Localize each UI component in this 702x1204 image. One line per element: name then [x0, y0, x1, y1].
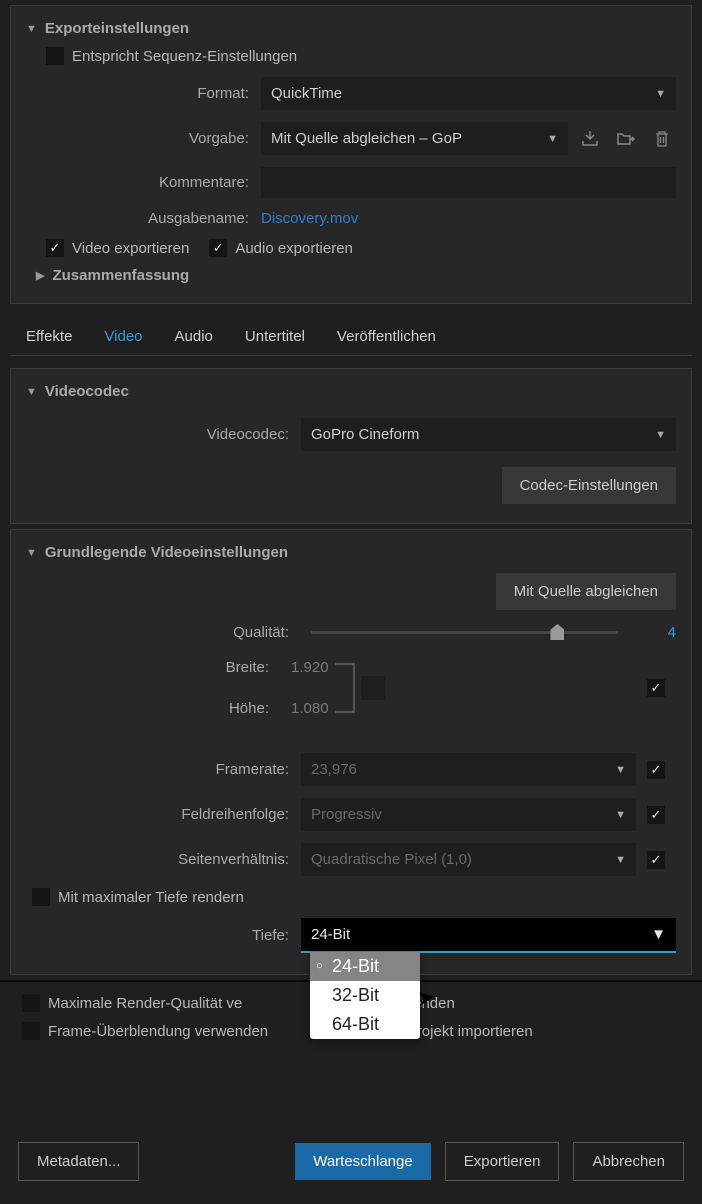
preset-label: Vorgabe: [26, 130, 261, 147]
field-order-label: Feldreihenfolge: [26, 806, 301, 823]
export-audio-row[interactable]: Audio exportieren [209, 239, 353, 257]
chevron-down-icon: ▼ [547, 133, 558, 145]
max-depth-label: Mit maximaler Tiefe rendern [58, 889, 244, 906]
videocodec-header[interactable]: ▼ Videocodec [26, 379, 676, 404]
field-order-select[interactable]: Progressiv ▼ [301, 798, 636, 831]
frame-blend-row[interactable]: Frame-Überblendung verwenden [22, 1022, 268, 1040]
frame-blend-checkbox[interactable] [22, 1022, 40, 1040]
max-render-checkbox[interactable] [22, 994, 40, 1012]
aspect-select[interactable]: Quadratische Pixel (1,0) ▼ [301, 843, 636, 876]
height-value[interactable]: 1.080 [281, 694, 339, 723]
tabs-bar: Effekte Video Audio Untertitel Veröffent… [10, 312, 692, 356]
summary-header[interactable]: ▶ Zusammenfassung [26, 263, 676, 288]
export-audio-checkbox[interactable] [209, 239, 227, 257]
aspect-label: Seitenverhältnis: [26, 851, 301, 868]
basic-video-header[interactable]: ▼ Grundlegende Videoeinstellungen [26, 540, 676, 565]
export-settings-header[interactable]: ▼ Exporteinstellungen [26, 16, 676, 41]
disclosure-triangle-icon: ▶ [36, 269, 44, 282]
output-name-label: Ausgabename: [26, 210, 261, 227]
export-button[interactable]: Exportieren [445, 1142, 560, 1181]
chevron-down-icon: ▼ [615, 764, 626, 776]
disclosure-triangle-icon: ▼ [26, 547, 37, 559]
width-label: Breite: [26, 659, 281, 676]
comments-label: Kommentare: [26, 174, 261, 191]
slider-thumb-icon[interactable] [550, 624, 564, 640]
depth-dropdown-menu: 24-Bit 32-Bit 64-Bit [310, 952, 420, 1039]
preset-select[interactable]: Mit Quelle abgleichen – GoP ▼ [261, 122, 568, 155]
chevron-down-icon: ▼ [655, 429, 666, 441]
tab-audio[interactable]: Audio [159, 318, 229, 355]
max-depth-checkbox[interactable] [32, 888, 50, 906]
match-source-button[interactable]: Mit Quelle abgleichen [496, 573, 676, 610]
chevron-down-icon: ▼ [655, 88, 666, 100]
framerate-label: Framerate: [26, 761, 301, 778]
frame-blend-label: Frame-Überblendung verwenden [48, 1023, 268, 1040]
chevron-down-icon: ▼ [651, 926, 666, 943]
delete-preset-icon[interactable] [648, 128, 676, 150]
tab-video[interactable]: Video [88, 318, 158, 355]
output-name-link[interactable]: Discovery.mov [261, 210, 358, 227]
match-aspect-checkbox[interactable] [647, 851, 665, 869]
link-bracket-icon [335, 663, 355, 713]
queue-button[interactable]: Warteschlange [295, 1143, 431, 1180]
match-sequence-row[interactable]: Entspricht Sequenz-Einstellungen [26, 41, 676, 71]
depth-option-32[interactable]: 32-Bit [310, 981, 420, 1010]
width-value[interactable]: 1.920 [281, 653, 339, 682]
videocodec-title: Videocodec [45, 383, 129, 400]
format-select[interactable]: QuickTime ▼ [261, 77, 676, 110]
max-depth-row[interactable]: Mit maximaler Tiefe rendern [26, 882, 676, 912]
export-settings-title: Exporteinstellungen [45, 20, 189, 37]
quality-slider[interactable] [311, 631, 618, 634]
chevron-down-icon: ▼ [615, 809, 626, 821]
depth-select[interactable]: 24-Bit ▼ [301, 918, 676, 953]
disclosure-triangle-icon: ▼ [26, 23, 37, 35]
tab-publish[interactable]: Veröffentlichen [321, 318, 452, 355]
metadata-button[interactable]: Metadaten... [18, 1142, 139, 1181]
framerate-select[interactable]: 23,976 ▼ [301, 753, 636, 786]
depth-label: Tiefe: [26, 927, 301, 944]
match-field-order-checkbox[interactable] [647, 806, 665, 824]
max-render-label: Maximale Render-Qualität ve [48, 995, 242, 1012]
cancel-button[interactable]: Abbrechen [573, 1142, 684, 1181]
videocodec-label: Videocodec: [26, 426, 301, 443]
match-framerate-checkbox[interactable] [647, 761, 665, 779]
codec-settings-button[interactable]: Codec-Einstellungen [502, 467, 676, 504]
match-sequence-label: Entspricht Sequenz-Einstellungen [72, 48, 297, 65]
depth-option-64[interactable]: 64-Bit [310, 1010, 420, 1039]
depth-option-24[interactable]: 24-Bit [310, 952, 420, 981]
max-render-row[interactable]: Maximale Render-Qualität ve [22, 994, 242, 1012]
export-video-row[interactable]: Video exportieren [46, 239, 189, 257]
tab-effects[interactable]: Effekte [10, 318, 88, 355]
summary-title: Zusammenfassung [52, 267, 189, 284]
quality-value[interactable]: 4 [636, 624, 676, 641]
format-label: Format: [26, 85, 261, 102]
export-video-label: Video exportieren [72, 240, 189, 257]
export-video-checkbox[interactable] [46, 239, 64, 257]
link-dimensions-toggle[interactable] [361, 676, 385, 700]
comments-input[interactable] [261, 167, 676, 198]
export-audio-label: Audio exportieren [235, 240, 353, 257]
height-label: Höhe: [26, 700, 281, 717]
save-preset-icon[interactable] [576, 128, 604, 150]
tab-subtitles[interactable]: Untertitel [229, 318, 321, 355]
match-dimensions-checkbox[interactable] [647, 679, 665, 697]
quality-label: Qualität: [26, 624, 301, 641]
basic-video-title: Grundlegende Videoeinstellungen [45, 544, 288, 561]
match-sequence-checkbox[interactable] [46, 47, 64, 65]
videocodec-select[interactable]: GoPro Cineform ▼ [301, 418, 676, 451]
disclosure-triangle-icon: ▼ [26, 386, 37, 398]
chevron-down-icon: ▼ [615, 854, 626, 866]
import-preset-icon[interactable] [612, 128, 640, 150]
